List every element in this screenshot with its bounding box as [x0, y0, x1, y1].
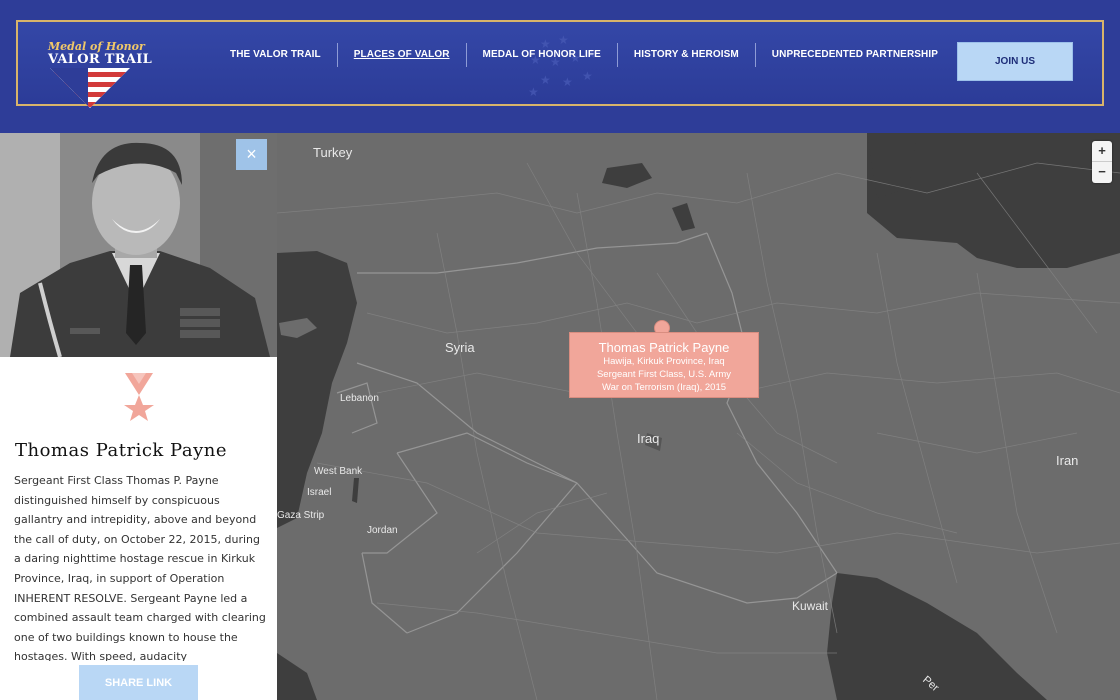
- map-label-iran: Iran: [1056, 453, 1079, 468]
- recipient-photo: ×: [0, 133, 277, 357]
- close-panel-button[interactable]: ×: [236, 139, 267, 170]
- map-label-turkey: Turkey: [313, 145, 353, 160]
- site-header: Medal of Honor VALOR TRAIL ★ ★ ★ ★ ★ ★ ★: [0, 0, 1120, 133]
- svg-text:★: ★: [540, 73, 551, 87]
- nav-item-medal-of-honor-life[interactable]: MEDAL OF HONOR LIFE: [467, 42, 617, 68]
- map-label-iraq: Iraq: [637, 431, 660, 446]
- map-label-israel: Israel: [307, 487, 332, 498]
- map-label-kuwait: Kuwait: [792, 599, 829, 613]
- nav-item-history-heroism[interactable]: HISTORY & HEROISM: [618, 42, 755, 68]
- map-label-gaza-strip: Gaza Strip: [277, 510, 325, 521]
- nav-item-places-of-valor[interactable]: PLACES OF VALOR: [338, 42, 466, 68]
- popup-rank: Sergeant First Class, U.S. Army: [596, 369, 732, 380]
- flag-chevron-icon: [50, 68, 130, 108]
- popup-conflict: War on Terrorism (Iraq), 2015: [601, 382, 727, 393]
- map-label-jordan: Jordan: [367, 525, 398, 536]
- zoom-control: + −: [1092, 141, 1112, 183]
- map-view[interactable]: Turkey Syria Lebanon Iraq Iran West Bank…: [277, 133, 1120, 700]
- zoom-out-button[interactable]: −: [1092, 162, 1112, 183]
- map-popup[interactable]: Thomas Patrick Payne Hawija, Kirkuk Prov…: [569, 332, 759, 398]
- zoom-in-button[interactable]: +: [1092, 141, 1112, 162]
- map-label-syria: Syria: [445, 340, 475, 355]
- medal-of-honor-icon: [124, 373, 154, 421]
- valor-trail-logo[interactable]: Medal of Honor VALOR TRAIL: [44, 38, 152, 110]
- logo-main-text: VALOR TRAIL: [48, 52, 153, 67]
- popup-location: Hawija, Kirkuk Province, Iraq: [603, 356, 725, 367]
- recipient-name: Thomas Patrick Payne: [15, 440, 227, 461]
- share-link-button[interactable]: SHARE LINK: [79, 665, 198, 700]
- nav-item-unprecedented-partnership[interactable]: UNPRECEDENTED PARTNERSHIP: [756, 42, 954, 68]
- main-nav: THE VALOR TRAIL PLACES OF VALOR MEDAL OF…: [214, 42, 954, 68]
- svg-text:★: ★: [562, 75, 573, 89]
- recipient-bio: Sergeant First Class Thomas P. Payne dis…: [14, 474, 266, 661]
- svg-text:★: ★: [528, 85, 539, 99]
- svg-text:★: ★: [582, 69, 593, 83]
- join-us-button[interactable]: JOIN US: [957, 42, 1073, 81]
- recipient-panel: × Thomas Patrick Payne Sergeant First Cl…: [0, 133, 277, 700]
- map-terrain: [277, 133, 1120, 700]
- nav-item-valor-trail[interactable]: THE VALOR TRAIL: [214, 42, 337, 68]
- map-label-west-bank: West Bank: [314, 466, 363, 477]
- popup-name: Thomas Patrick Payne: [598, 340, 730, 355]
- map-label-lebanon: Lebanon: [340, 393, 379, 404]
